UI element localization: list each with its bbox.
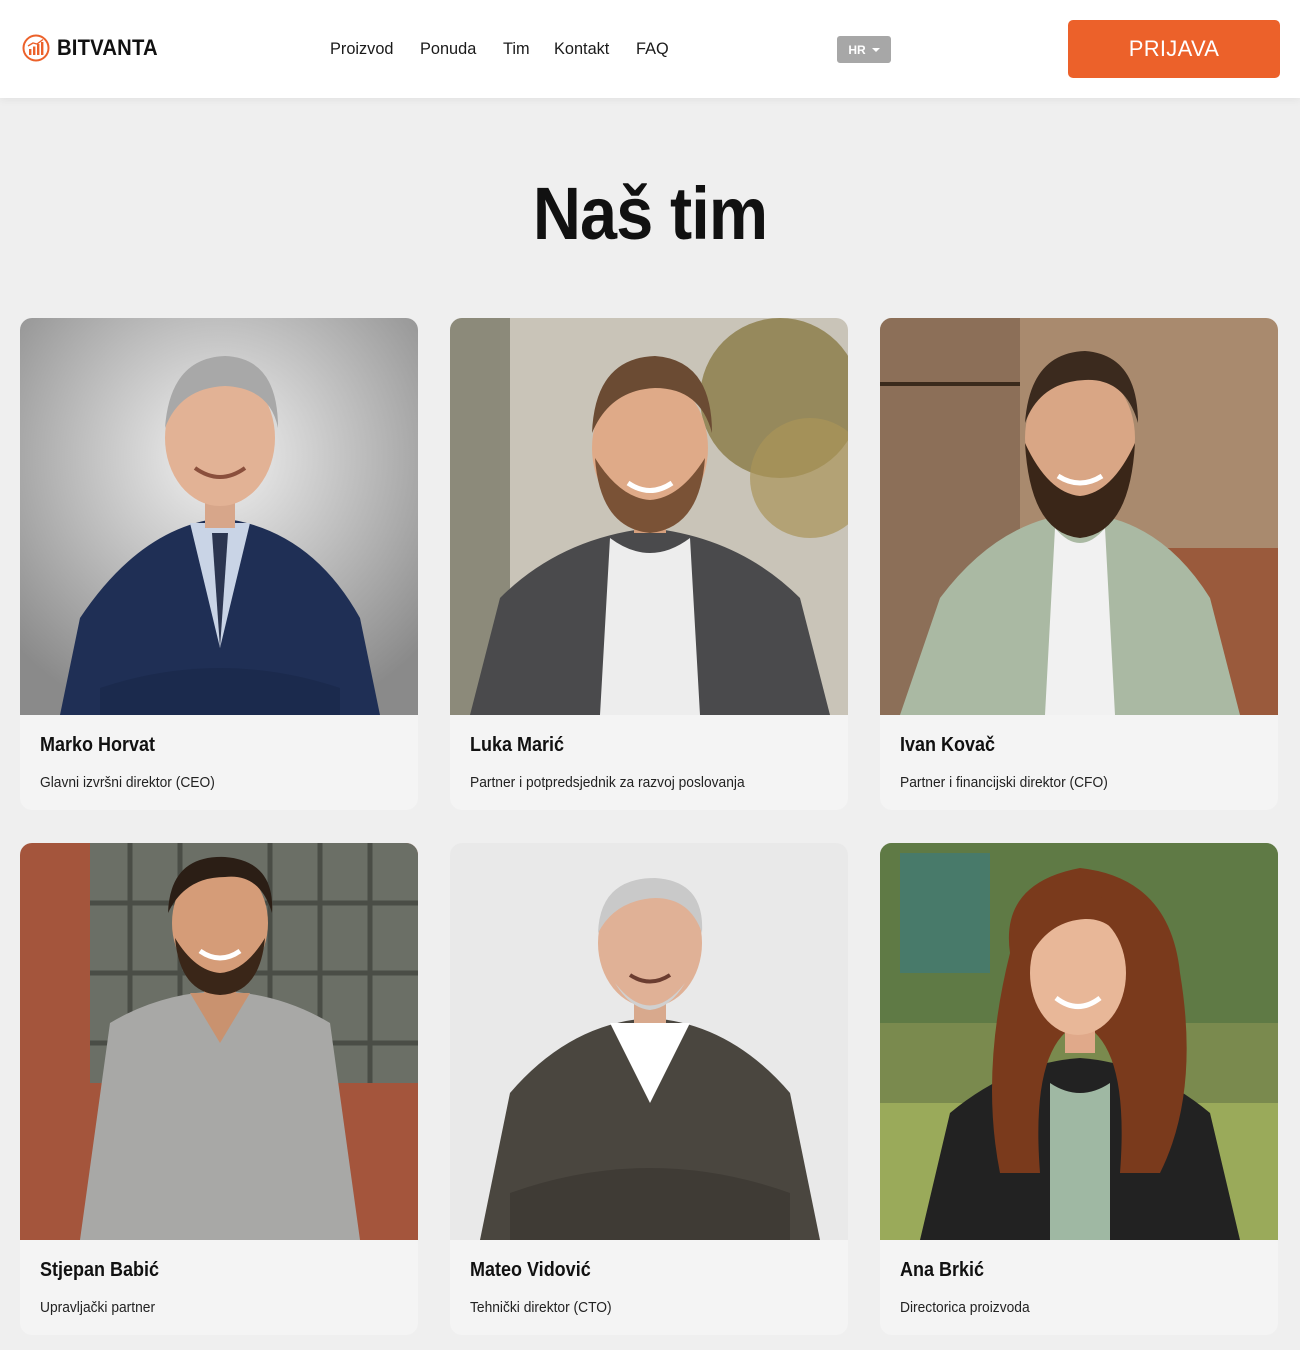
brand-logo[interactable]: BITVANTA [22,34,167,62]
team-card: Luka Marić Partner i potpredsjednik za r… [450,318,848,810]
login-button[interactable]: PRIJAVA [1068,20,1280,78]
brand-name: BITVANTA [57,35,158,60]
member-name: Stjepan Babić [40,1259,160,1281]
nav-proizvod[interactable]: Proizvod [330,38,393,60]
member-photo [450,318,848,715]
team-card: Marko Horvat Glavni izvršni direktor (CE… [20,318,418,810]
page-title: Naš tim [532,172,768,255]
team-card: Mateo Vidović Tehnički direktor (CTO) [450,843,848,1335]
member-name: Ivan Kovač [900,734,996,756]
nav-faq[interactable]: FAQ [636,38,669,60]
member-role: Partner i financijski direktor (CFO) [900,774,1108,791]
team-card: Ivan Kovač Partner i financijski direkto… [880,318,1278,810]
nav-ponuda[interactable]: Ponuda [420,38,476,60]
team-card: Ana Brkić Directorica proizvoda [880,843,1278,1335]
member-role: Tehnički direktor (CTO) [470,1299,612,1316]
chart-logo-icon [22,34,50,62]
member-name: Marko Horvat [40,734,156,756]
member-name: Luka Marić [470,734,565,756]
caret-down-icon [871,47,880,52]
site-header: BITVANTA Proizvod Ponuda Tim Kontakt FAQ… [0,0,1300,98]
member-name: Ana Brkić [900,1259,985,1281]
member-role: Glavni izvršni direktor (CEO) [40,774,215,791]
nav-kontakt[interactable]: Kontakt [554,38,609,60]
member-photo [880,318,1278,715]
member-photo [20,843,418,1240]
nav-tim[interactable]: Tim [503,38,530,60]
team-card: Stjepan Babić Upravljački partner [20,843,418,1335]
member-photo [450,843,848,1240]
language-selector[interactable]: HR [837,36,891,63]
member-role: Upravljački partner [40,1299,156,1316]
member-photo [20,318,418,715]
language-label: HR [848,42,866,57]
main-nav: Proizvod Ponuda Tim Kontakt FAQ [330,38,694,60]
member-photo [880,843,1278,1240]
member-name: Mateo Vidović [470,1259,591,1281]
member-role: Partner i potpredsjednik za razvoj poslo… [470,774,745,791]
member-role: Directorica proizvoda [900,1299,1030,1316]
